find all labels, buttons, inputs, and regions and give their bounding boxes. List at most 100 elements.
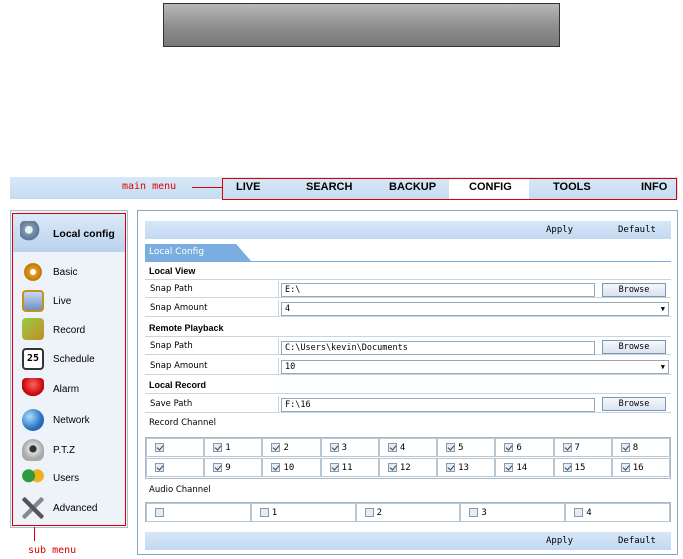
toolbar-bottom [145, 532, 671, 550]
checkbox[interactable] [213, 443, 223, 452]
channel-cell: 13 [437, 458, 496, 477]
checkbox[interactable] [620, 463, 630, 472]
channel-label: 6 [516, 442, 522, 453]
field-label: Save Path [150, 399, 193, 409]
channel-cell: 10 [262, 458, 321, 477]
channel-label: 10 [283, 462, 295, 473]
select-value: 10 [285, 362, 296, 372]
checkbox[interactable] [562, 443, 572, 452]
checkbox[interactable] [446, 443, 456, 452]
channel-cell: 2 [262, 438, 321, 457]
channel-label: 2 [283, 442, 289, 453]
checkbox[interactable] [329, 463, 339, 472]
annotation-box [12, 213, 126, 526]
record-channel-title: Record Channel [149, 418, 216, 428]
checkbox[interactable] [504, 443, 514, 452]
browse-button[interactable]: Browse [602, 340, 666, 354]
section-title: Local View [145, 263, 671, 280]
checkbox[interactable] [155, 463, 164, 472]
checkbox[interactable] [387, 443, 397, 452]
checkbox[interactable] [562, 463, 572, 472]
checkbox[interactable] [213, 463, 223, 472]
channel-cell [146, 438, 205, 457]
channel-cell: 2 [355, 503, 461, 522]
audio-channel-grid: 1 2 3 4 [145, 502, 671, 522]
tab-local-config[interactable]: Local Config [145, 244, 251, 261]
channel-label: 13 [458, 462, 469, 473]
section-title: Local Record [145, 377, 671, 394]
divider [278, 281, 279, 298]
channel-cell: 6 [495, 438, 554, 457]
checkbox[interactable] [259, 508, 269, 517]
checkbox[interactable] [387, 463, 397, 472]
channel-cell [146, 458, 205, 477]
audio-channel-title: Audio Channel [149, 485, 211, 495]
channel-cell: 12 [378, 458, 438, 477]
sub-menu-annotation: sub menu [28, 545, 77, 556]
channel-label: 2 [376, 507, 383, 518]
field-label: Snap Path [150, 284, 193, 294]
checkbox[interactable] [446, 463, 456, 472]
save-path-input[interactable]: F:\16 [281, 398, 595, 412]
channel-cell: 9 [204, 458, 263, 477]
nav-info[interactable]: INFO [641, 181, 667, 193]
snap-amount-select[interactable]: 4 ▼ [281, 302, 669, 316]
channel-cell: 4 [565, 503, 670, 522]
channel-label: 11 [341, 462, 353, 473]
channel-label: 5 [458, 442, 464, 453]
channel-cell: 1 [250, 503, 356, 522]
channel-label: 9 [225, 462, 231, 473]
channel-cell: 11 [320, 458, 379, 477]
checkbox[interactable] [155, 443, 164, 452]
checkbox[interactable] [574, 508, 584, 517]
checkbox[interactable] [364, 508, 374, 517]
checkbox[interactable] [271, 463, 281, 472]
checkbox[interactable] [155, 508, 164, 517]
channel-cell: 15 [553, 458, 612, 477]
channel-label: 15 [574, 462, 586, 473]
channel-label: 14 [516, 462, 528, 473]
checkbox[interactable] [271, 443, 281, 452]
channel-cell: 14 [495, 458, 554, 477]
channel-cell: 3 [460, 503, 566, 522]
snap-path-input[interactable]: C:\Users\kevin\Documents [281, 341, 595, 355]
channel-cell: 5 [437, 438, 496, 457]
field-label: Snap Path [150, 341, 193, 351]
nav-live[interactable]: LIVE [236, 181, 260, 193]
browse-button[interactable]: Browse [602, 397, 666, 411]
snap-path-input[interactable]: E:\ [281, 283, 595, 297]
channel-label: 7 [574, 442, 580, 453]
channel-cell: 7 [553, 438, 612, 457]
nav-search[interactable]: SEARCH [306, 181, 352, 193]
channel-label: 1 [271, 507, 278, 518]
annotation-line [192, 187, 222, 188]
divider [278, 396, 279, 413]
checkbox[interactable] [620, 443, 630, 452]
channel-cell: 8 [611, 438, 670, 457]
checkbox[interactable] [504, 463, 514, 472]
title-banner [163, 3, 560, 47]
browse-button[interactable]: Browse [602, 283, 666, 297]
default-button[interactable]: Default [618, 225, 656, 235]
channel-label: 4 [399, 442, 406, 453]
apply-button[interactable]: Apply [546, 225, 573, 235]
divider [278, 338, 279, 355]
checkbox[interactable] [469, 508, 479, 517]
record-channel-grid: 1 2 3 4 5 6 7 8 9 10 11 12 13 14 15 16 [145, 437, 671, 479]
snap-amount-select[interactable]: 10 ▼ [281, 360, 669, 374]
apply-button[interactable]: Apply [546, 536, 573, 546]
divider [278, 300, 279, 317]
divider [278, 358, 279, 375]
checkbox[interactable] [329, 443, 339, 452]
nav-config[interactable]: CONFIG [469, 181, 512, 193]
default-button[interactable]: Default [618, 536, 656, 546]
channel-label: 4 [586, 507, 592, 518]
channel-cell: 16 [611, 458, 670, 477]
chevron-down-icon: ▼ [660, 363, 665, 371]
main-menu-annotation: main menu [122, 181, 177, 192]
nav-tools[interactable]: TOOLS [553, 181, 591, 193]
channel-label: 12 [399, 462, 411, 473]
nav-backup[interactable]: BACKUP [389, 181, 436, 193]
channel-cell: 3 [320, 438, 379, 457]
channel-label: 8 [632, 442, 639, 453]
